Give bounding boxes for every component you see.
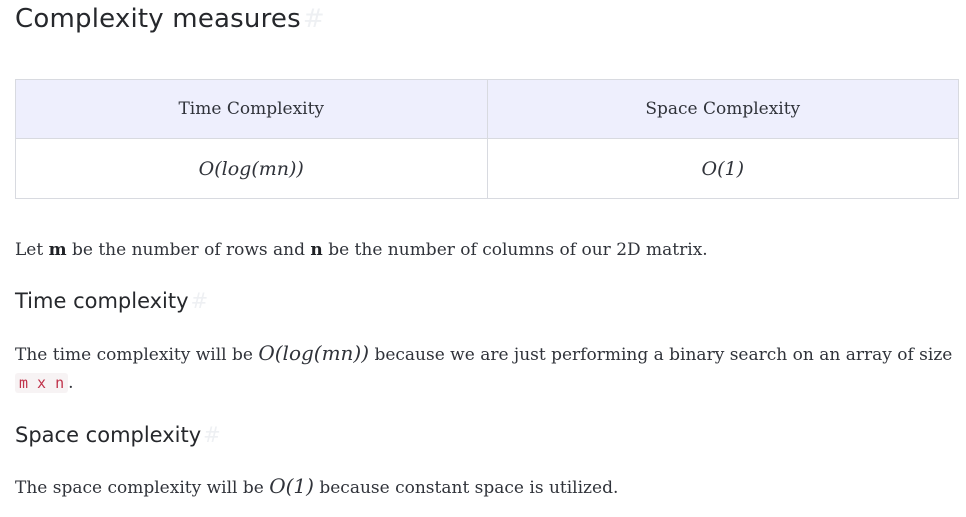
table-cell-space: O(1) <box>486 138 959 199</box>
time-heading-anchor-link[interactable]: # <box>191 289 209 313</box>
time-complexity-paragraph: The time complexity will be O(log(mn)) b… <box>15 341 952 365</box>
space-text-prefix: The space complexity will be <box>15 478 270 498</box>
inline-code: m x n <box>15 373 69 393</box>
intro-m-bold: m <box>48 240 67 260</box>
space-complexity-heading: Space complexity# <box>15 423 221 447</box>
space-complexity-value: O(1) <box>701 157 745 180</box>
space-heading-anchor-link[interactable]: # <box>203 423 221 447</box>
time-text-suffix: because we are just performing a binary … <box>369 345 953 365</box>
space-math: O(1) <box>269 474 314 498</box>
time-math: O(log(mn)) <box>258 341 370 365</box>
time-complexity-paragraph-line2: m x n. <box>15 373 74 393</box>
time-heading-text: Time complexity <box>15 289 189 313</box>
intro-text-2: be the number of rows and <box>66 240 311 260</box>
page-title-text: Complexity measures <box>15 4 301 34</box>
intro-text-1: Let <box>15 240 49 260</box>
space-heading-text: Space complexity <box>15 423 202 447</box>
table-header-time: Time Complexity <box>15 79 488 139</box>
space-complexity-paragraph: The space complexity will be O(1) becaus… <box>15 474 618 498</box>
table-row: O(log(mn)) O(1) <box>15 138 959 199</box>
space-text-suffix: because constant space is utilized. <box>313 478 619 498</box>
time-complexity-heading: Time complexity# <box>15 289 208 313</box>
complexity-table: Time Complexity Space Complexity O(log(m… <box>15 79 959 199</box>
table-cell-time: O(log(mn)) <box>15 138 488 199</box>
intro-paragraph: Let m be the number of rows and n be the… <box>15 240 708 260</box>
intro-text-3: be the number of columns of our 2D matri… <box>322 240 708 260</box>
heading-anchor-link[interactable]: # <box>303 4 325 34</box>
intro-n-bold: n <box>310 240 323 260</box>
table-header-row: Time Complexity Space Complexity <box>15 79 959 139</box>
time-complexity-value: O(log(mn)) <box>198 157 304 180</box>
time-text-period: . <box>68 373 74 393</box>
table-header-space: Space Complexity <box>486 79 959 139</box>
page-title: Complexity measures# <box>15 4 325 34</box>
time-text-prefix: The time complexity will be <box>15 345 259 365</box>
